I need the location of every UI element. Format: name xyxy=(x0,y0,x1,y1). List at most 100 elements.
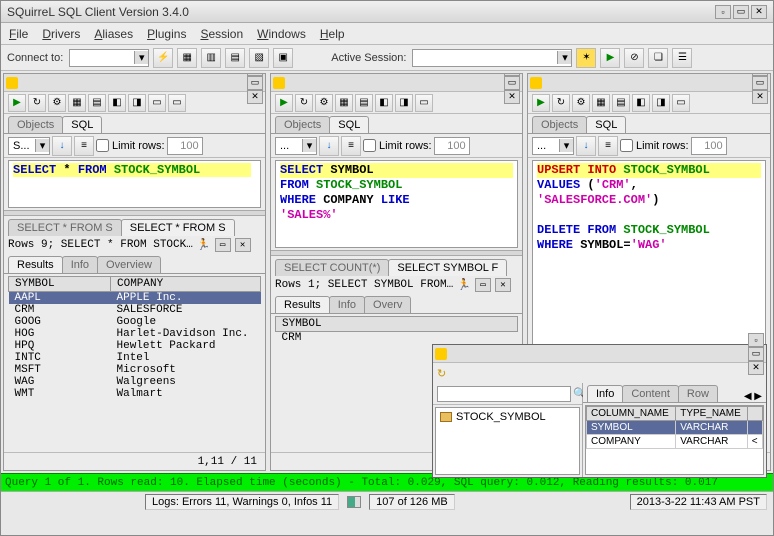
limit-rows-check[interactable]: Limit rows: xyxy=(363,139,432,152)
menu-file[interactable]: File xyxy=(9,27,28,41)
object-tree[interactable]: STOCK_SYMBOL xyxy=(435,407,580,475)
tool-icon[interactable]: ▦ xyxy=(335,94,353,112)
catalog-combo[interactable]: S...▾ xyxy=(8,137,50,155)
tree-search-input[interactable] xyxy=(437,386,571,402)
tile-h-icon[interactable]: ▥ xyxy=(201,48,221,68)
sql-editor[interactable]: SELECT * FROM STOCK_SYMBOL xyxy=(8,160,261,208)
menu-plugins[interactable]: Plugins xyxy=(147,27,186,41)
menu-drivers[interactable]: Drivers xyxy=(42,27,80,41)
max-result-icon[interactable]: ▭ xyxy=(215,238,231,252)
tool-icon[interactable]: ◧ xyxy=(375,94,393,112)
tool-icon[interactable]: ⚙ xyxy=(48,94,66,112)
max-icon[interactable]: ▣ xyxy=(273,48,293,68)
history-tab[interactable]: SELECT * FROM S xyxy=(121,219,235,236)
menu-windows[interactable]: Windows xyxy=(257,27,306,41)
catalog-combo[interactable]: ...▾ xyxy=(532,137,574,155)
panel-max-icon[interactable]: ▭ xyxy=(247,76,263,90)
tab-sql[interactable]: SQL xyxy=(329,116,369,133)
panel-max-icon[interactable]: ▭ xyxy=(752,76,768,90)
limit-rows-input[interactable] xyxy=(691,137,727,155)
run-icon[interactable]: ▶ xyxy=(8,94,26,112)
tool-icon[interactable]: ▤ xyxy=(355,94,373,112)
history-tab[interactable]: SELECT SYMBOL F xyxy=(388,259,507,276)
panel-max-icon[interactable]: ▭ xyxy=(748,347,764,361)
tab-results[interactable]: Results xyxy=(275,296,330,313)
menu-session[interactable]: Session xyxy=(200,27,243,41)
stop-icon[interactable]: ⊘ xyxy=(624,48,644,68)
refresh-icon[interactable]: ↻ xyxy=(552,94,570,112)
tool-icon[interactable]: ◨ xyxy=(395,94,413,112)
arrow-down-icon[interactable]: ↓ xyxy=(319,136,339,156)
catalog-combo[interactable]: ...▾ xyxy=(275,137,317,155)
refresh-icon[interactable]: ↻ xyxy=(295,94,313,112)
max-result-icon[interactable]: ▭ xyxy=(475,278,491,292)
maximize-icon[interactable]: ▭ xyxy=(733,5,749,19)
panel-min-icon[interactable]: ▫ xyxy=(748,333,764,347)
tab-sql[interactable]: SQL xyxy=(586,116,626,133)
tool-icon[interactable]: ▦ xyxy=(592,94,610,112)
tab-objects[interactable]: Objects xyxy=(275,116,330,133)
tab-objects[interactable]: Objects xyxy=(8,116,63,133)
tool-icon[interactable]: ▭ xyxy=(168,94,186,112)
result-table[interactable]: SYMBOL CRM xyxy=(275,316,518,344)
tab-row[interactable]: Row xyxy=(678,385,718,402)
tool-icon[interactable]: ▦ xyxy=(68,94,86,112)
tab-overview[interactable]: Overview xyxy=(97,256,161,273)
result-table[interactable]: SYMBOLCOMPANY AAPLAPPLE Inc. CRMSALESFOR… xyxy=(8,276,261,400)
arrow-down-icon[interactable]: ↓ xyxy=(52,136,72,156)
tool-icon[interactable]: ▤ xyxy=(612,94,630,112)
menu-help[interactable]: Help xyxy=(320,27,345,41)
run-icon[interactable]: ▶ xyxy=(600,48,620,68)
tool-icon[interactable]: ◧ xyxy=(632,94,650,112)
run-icon[interactable]: ▶ xyxy=(532,94,550,112)
tool-icon[interactable]: ⚙ xyxy=(572,94,590,112)
history-tab[interactable]: SELECT * FROM S xyxy=(8,219,122,236)
tab-info[interactable]: Info xyxy=(62,256,98,273)
tab-content[interactable]: Content xyxy=(622,385,679,402)
sql-editor[interactable]: SELECT SYMBOL FROM STOCK_SYMBOL WHERE CO… xyxy=(275,160,518,248)
run-icon[interactable]: ▶ xyxy=(275,94,293,112)
filter-icon[interactable]: ≡ xyxy=(598,136,618,156)
arrow-down-icon[interactable]: ↓ xyxy=(576,136,596,156)
limit-rows-check[interactable]: Limit rows: xyxy=(96,139,165,152)
close-icon[interactable]: ✕ xyxy=(751,5,767,19)
tool-icon[interactable]: ◨ xyxy=(652,94,670,112)
props-icon[interactable]: ☰ xyxy=(672,48,692,68)
connect-icon[interactable]: ⚡ xyxy=(153,48,173,68)
tab-objects[interactable]: Objects xyxy=(532,116,587,133)
connect-combo[interactable]: ▾ xyxy=(69,49,149,67)
history-tab[interactable]: SELECT COUNT(*) xyxy=(275,259,389,276)
tab-results[interactable]: Results xyxy=(8,256,63,273)
tab-info[interactable]: Info xyxy=(329,296,365,313)
column-info-table[interactable]: COLUMN_NAMETYPE_NAME SYMBOLVARCHAR COMPA… xyxy=(586,406,763,449)
menu-aliases[interactable]: Aliases xyxy=(94,27,133,41)
tool-icon[interactable]: ▭ xyxy=(415,94,433,112)
new-session-icon[interactable]: ▦ xyxy=(177,48,197,68)
tile-v-icon[interactable]: ▤ xyxy=(225,48,245,68)
commit-icon[interactable]: ✶ xyxy=(576,48,596,68)
tool-icon[interactable]: ▭ xyxy=(672,94,690,112)
tool-icon[interactable]: ▭ xyxy=(148,94,166,112)
close-result-icon[interactable]: ✕ xyxy=(495,278,511,292)
tab-info[interactable]: Info xyxy=(587,385,623,402)
tab-overview[interactable]: Overv xyxy=(364,296,411,313)
tool-icon[interactable]: ⚙ xyxy=(315,94,333,112)
active-session-combo[interactable]: ▾ xyxy=(412,49,572,67)
limit-rows-input[interactable] xyxy=(434,137,470,155)
logs-status[interactable]: Logs: Errors 11, Warnings 0, Infos 11 xyxy=(145,494,339,510)
tool-icon[interactable]: ◨ xyxy=(128,94,146,112)
refresh-icon[interactable]: ↻ xyxy=(28,94,46,112)
close-result-icon[interactable]: ✕ xyxy=(235,238,251,252)
limit-rows-check[interactable]: Limit rows: xyxy=(620,139,689,152)
minimize-icon[interactable]: ▫ xyxy=(715,5,731,19)
filter-icon[interactable]: ≡ xyxy=(341,136,361,156)
tab-sql[interactable]: SQL xyxy=(62,116,102,133)
limit-rows-input[interactable] xyxy=(167,137,203,155)
new-window-icon[interactable]: ❏ xyxy=(648,48,668,68)
tool-icon[interactable]: ◧ xyxy=(108,94,126,112)
panel-max-icon[interactable]: ▭ xyxy=(504,76,520,90)
refresh-icon[interactable]: ↻ xyxy=(437,367,446,380)
filter-icon[interactable]: ≡ xyxy=(74,136,94,156)
cascade-icon[interactable]: ▧ xyxy=(249,48,269,68)
tool-icon[interactable]: ▤ xyxy=(88,94,106,112)
